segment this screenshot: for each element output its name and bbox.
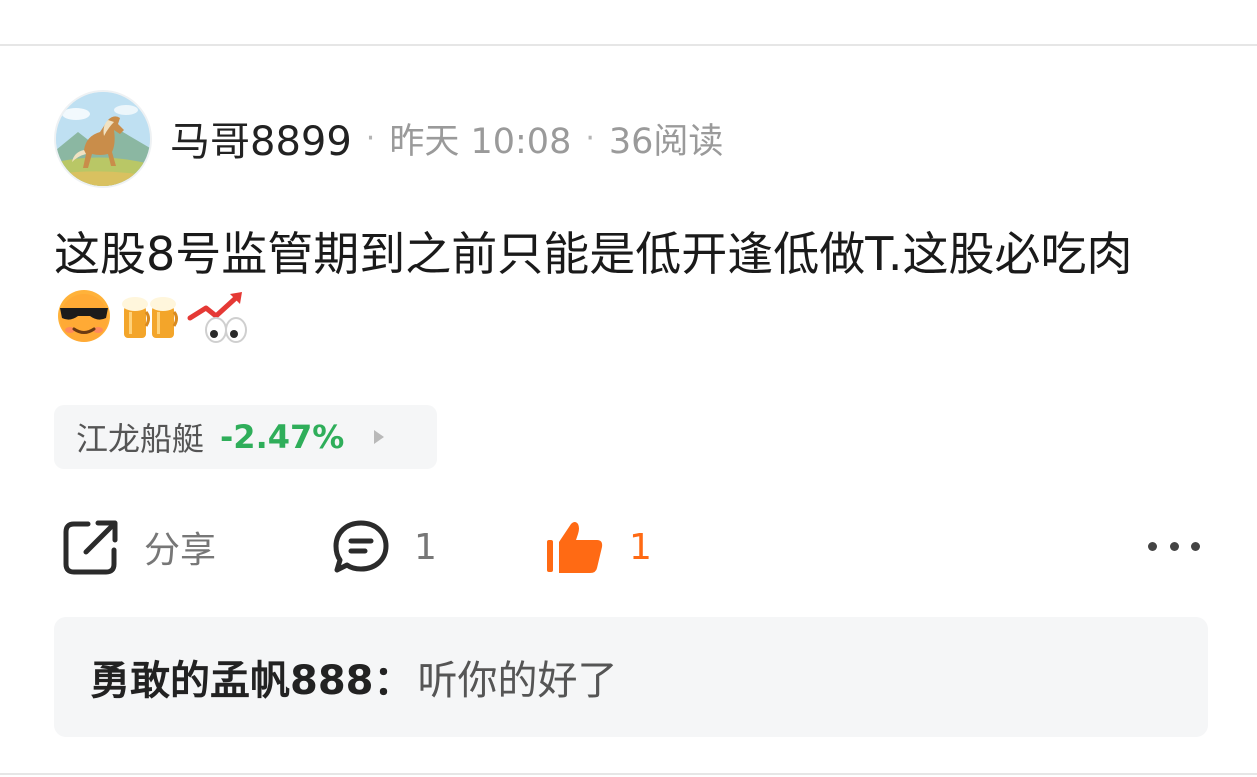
author-name[interactable]: 马哥8899 (170, 109, 352, 167)
comment-colon: ： (373, 658, 414, 704)
share-label: 分享 (144, 530, 217, 571)
comment-bubble-icon (333, 520, 389, 573)
dot (1169, 541, 1179, 551)
share-button[interactable]: 分享 (62, 516, 216, 578)
stock-change: -2.47% (220, 418, 345, 456)
sunglasses-face-icon (54, 288, 114, 360)
top-divider (0, 44, 1257, 46)
post-header: 马哥8899 · 昨天 10:08 · 36阅读 (170, 109, 724, 167)
like-button[interactable]: 1 (545, 516, 652, 578)
separator-dot: · (585, 120, 595, 156)
separator-dot: · (365, 120, 376, 156)
dot (1148, 541, 1157, 551)
author-avatar[interactable] (54, 90, 152, 188)
bottom-divider (0, 773, 1257, 775)
rising-chart-eyes-icon (186, 288, 250, 360)
thumbs-up-icon (547, 522, 603, 573)
share-icon (63, 520, 118, 575)
beer-mugs-icon (120, 288, 180, 360)
commenter-name[interactable]: 勇敢的孟帆888 (90, 648, 374, 706)
more-options-icon[interactable] (1148, 538, 1200, 554)
comment-button[interactable]: 1 (332, 516, 437, 578)
post-time: 昨天 10:08 (389, 121, 572, 162)
post-body-text: 这股8号监管期到之前只能是低开逢低做T.这股必吃肉 (54, 227, 1133, 281)
read-count: 36阅读 (608, 121, 724, 162)
post-content: 这股8号监管期到之前只能是低开逢低做T.这股必吃肉 (54, 222, 1194, 360)
comment-text: 听你的好了 (417, 658, 618, 704)
stock-tag[interactable]: 江龙船艇 -2.47% (54, 405, 437, 469)
comment-count: 1 (414, 526, 437, 568)
horse-avatar-image (56, 92, 150, 186)
chevron-right-icon (374, 430, 385, 444)
comment-preview[interactable]: 勇敢的孟帆888 ： 听你的好了 (54, 617, 1208, 737)
like-count: 1 (629, 526, 652, 568)
dot (1191, 541, 1200, 551)
stock-name: 江龙船艇 (76, 420, 205, 458)
